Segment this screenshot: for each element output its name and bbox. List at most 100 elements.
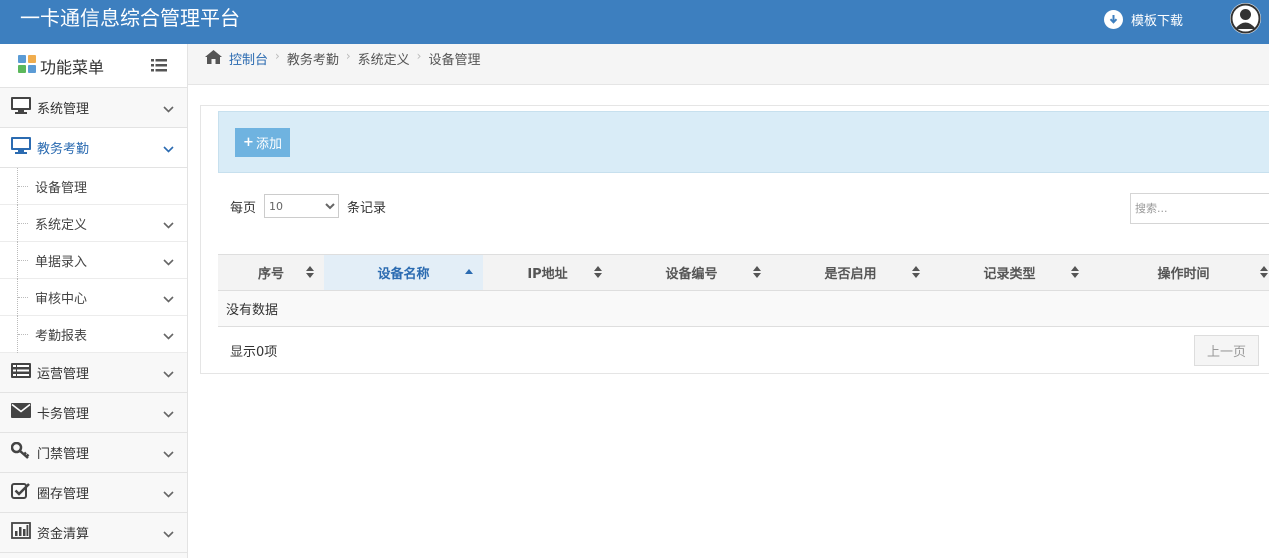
sidebar-item-access-control[interactable]: 门禁管理 (0, 433, 187, 473)
key-icon (10, 441, 31, 463)
chevron-down-icon (163, 255, 174, 270)
sidebar-subitem-label: 考勤报表 (35, 328, 88, 344)
chevron-down-icon (163, 487, 174, 502)
sidebar-item-label: 运营管理 (37, 367, 90, 382)
search-input[interactable] (1130, 193, 1269, 224)
column-header-label: 记录类型 (983, 267, 1036, 282)
sidebar-subitem-device-management[interactable]: 设备管理 (0, 168, 187, 205)
sidebar-header: 功能菜单 (0, 44, 187, 88)
sort-asc-icon (465, 266, 473, 282)
breadcrumb-item: 系统定义 (357, 53, 410, 68)
device-list-panel: + 添加 每页 10 条记录 序号 设备名称 IP地址 设备编号 是否启用 记录… (200, 105, 1269, 374)
sidebar-item-fund-settlement[interactable]: 资金清算 (0, 513, 187, 553)
page-length-select[interactable]: 10 (264, 194, 340, 218)
table-info-text: 显示0项 (230, 345, 278, 360)
template-download-label: 模板下载 (1131, 13, 1184, 29)
template-download-button[interactable]: 模板下载 (1104, 8, 1183, 30)
breadcrumb-current: 设备管理 (428, 53, 481, 68)
sidebar-subitem-system-definition[interactable]: 系统定义 (0, 205, 187, 242)
chevron-down-icon (163, 329, 174, 344)
column-header[interactable]: 是否启用 (771, 254, 930, 291)
monitor-icon (11, 137, 31, 158)
records-label: 条记录 (347, 200, 387, 216)
column-header[interactable]: 操作时间 (1089, 254, 1269, 291)
chevron-down-icon (163, 102, 174, 117)
breadcrumb-home-link[interactable]: 控制台 (229, 49, 268, 68)
sidebar-item-label: 资金清算 (37, 527, 90, 542)
sidebar-item-label: 门禁管理 (37, 447, 90, 462)
previous-page-button[interactable]: 上一页 (1194, 335, 1259, 366)
column-header[interactable]: 序号 (218, 254, 324, 291)
sidebar-item-system[interactable]: 系统管理 (0, 88, 187, 128)
app-title: 一卡通信息综合管理平台 (20, 6, 240, 30)
breadcrumb-item: 教务考勤 (286, 53, 339, 68)
sidebar-item-operations[interactable]: 运营管理 (0, 353, 187, 393)
download-circle-icon (1104, 9, 1123, 29)
device-table: 序号 设备名称 IP地址 设备编号 是否启用 记录类型 操作时间 没有数据 (218, 254, 1269, 327)
sort-both-icon (1260, 266, 1268, 282)
chevron-down-icon (163, 367, 174, 382)
sort-both-icon (753, 266, 761, 282)
toolbar: + 添加 (218, 111, 1269, 173)
sort-both-icon (912, 266, 920, 282)
sidebar-item-label: 系统管理 (37, 102, 90, 117)
column-header-label: 操作时间 (1157, 267, 1210, 282)
sidebar-item-label: 卡务管理 (37, 407, 90, 422)
add-button-label: 添加 (255, 137, 282, 152)
sidebar-item-label: 圈存管理 (37, 487, 90, 502)
sidebar-item-load-transfer[interactable]: 圈存管理 (0, 473, 187, 513)
breadcrumb: 控制台 › 教务考勤 › 系统定义 › 设备管理 (188, 44, 1269, 85)
breadcrumb-separator-icon: › (275, 49, 280, 63)
sidebar-subitem-document-entry[interactable]: 单据录入 (0, 242, 187, 279)
top-bar: 一卡通信息综合管理平台 模板下载 (0, 0, 1269, 44)
table-row: 没有数据 (218, 290, 1269, 327)
sidebar-item-card-services[interactable]: 卡务管理 (0, 393, 187, 433)
chevron-down-icon (163, 142, 174, 157)
add-button[interactable]: + 添加 (235, 128, 290, 157)
table-header-row: 序号 设备名称 IP地址 设备编号 是否启用 记录类型 操作时间 (218, 254, 1269, 291)
bar-chart-icon (11, 522, 31, 543)
sidebar-subitem-label: 系统定义 (35, 217, 88, 233)
main-content: 控制台 › 教务考勤 › 系统定义 › 设备管理 + 添加 每页 10 条记录 … (188, 44, 1269, 558)
column-header-label: IP地址 (527, 267, 568, 282)
column-header-label: 设备编号 (665, 267, 718, 282)
column-header-label: 设备名称 (377, 267, 430, 282)
chevron-down-icon (163, 218, 174, 233)
sidebar-title: 功能菜单 (40, 57, 105, 77)
sidebar-item-label: 教务考勤 (37, 142, 90, 157)
page-length-control: 每页 10 条记录 (230, 194, 386, 218)
sidebar-subitem-label: 单据录入 (35, 254, 88, 270)
column-header-sorted[interactable]: 设备名称 (324, 254, 483, 291)
empty-table-message: 没有数据 (218, 290, 1269, 327)
sidebar-toggle-icon[interactable] (151, 59, 167, 76)
list-icon (11, 363, 31, 382)
column-header[interactable]: IP地址 (483, 254, 612, 291)
per-page-label: 每页 (230, 200, 257, 216)
breadcrumb-separator-icon: › (345, 49, 351, 63)
envelope-icon (11, 403, 31, 422)
sidebar-subitem-label: 审核中心 (35, 291, 88, 307)
attendance-submenu: 设备管理 系统定义 单据录入 审核中心 考勤报表 (0, 168, 187, 353)
chevron-down-icon (163, 527, 174, 542)
plus-icon: + (243, 135, 254, 150)
sidebar-subitem-label: 设备管理 (35, 180, 88, 196)
sidebar: 功能菜单 系统管理 教务考勤 设备管理 系统定义 单据录入 审核中心 考勤报表 … (0, 44, 188, 558)
chevron-down-icon (163, 407, 174, 422)
chevron-down-icon (163, 447, 174, 462)
sort-both-icon (594, 266, 602, 282)
column-header-label: 是否启用 (824, 267, 877, 282)
grid-apps-icon (18, 54, 36, 77)
monitor-icon (11, 97, 31, 118)
check-square-icon (11, 482, 31, 503)
chevron-down-icon (163, 292, 174, 307)
breadcrumb-separator-icon: › (416, 49, 422, 63)
column-header[interactable]: 记录类型 (930, 254, 1089, 291)
sidebar-subitem-review-center[interactable]: 审核中心 (0, 279, 187, 316)
user-avatar-icon[interactable] (1230, 3, 1261, 34)
column-header[interactable]: 设备编号 (612, 254, 771, 291)
column-header-label: 序号 (257, 267, 284, 282)
sidebar-subitem-attendance-report[interactable]: 考勤报表 (0, 316, 187, 353)
home-icon (205, 50, 222, 68)
sidebar-item-attendance[interactable]: 教务考勤 (0, 128, 187, 168)
sort-both-icon (306, 266, 314, 282)
